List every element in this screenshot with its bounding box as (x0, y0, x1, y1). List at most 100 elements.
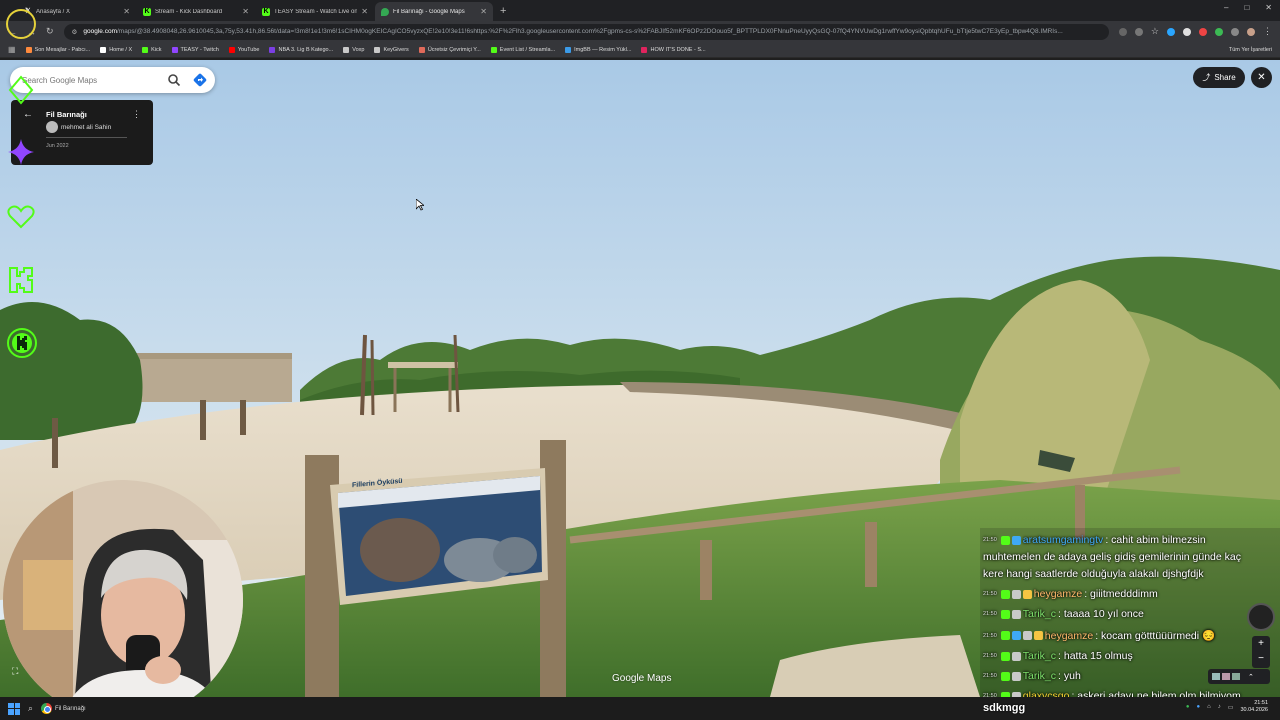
site-info-icon[interactable]: ⚙ (72, 28, 78, 36)
close-tab-icon[interactable]: ✕ (361, 7, 368, 16)
chat-message: 21:50 Tarik_c : yuh (983, 670, 1081, 682)
bookmark-item[interactable]: Voxp (343, 46, 365, 53)
screen: 𝕏 Anasayfa / X ✕ K Stream - Kick Dashboa… (0, 0, 1280, 720)
thumbnail[interactable] (1222, 673, 1230, 680)
extensions-puzzle-icon[interactable] (1231, 27, 1239, 36)
tray-app-icon[interactable]: ● (1197, 704, 1201, 710)
chat-badge-icon (1011, 535, 1021, 545)
share-icon: ⤴ (1202, 73, 1211, 82)
bookmark-label: Voxp (352, 46, 365, 53)
chat-text: : cahit abim bilmezsin (1105, 534, 1206, 546)
webcam-overlay (3, 480, 243, 720)
extension-icon[interactable] (1183, 27, 1191, 36)
profile-avatar[interactable] (1247, 27, 1255, 36)
close-tab-icon[interactable]: ✕ (480, 7, 487, 16)
thumbnail[interactable] (1232, 673, 1240, 680)
tab-google-maps[interactable]: Fil Barınağı - Google Maps ✕ (375, 2, 493, 21)
zoom-out-button[interactable]: − (1252, 651, 1270, 666)
menu-dots-icon[interactable]: ⋮ (1263, 26, 1272, 37)
bookmark-icon (228, 46, 235, 53)
directions-icon[interactable] (193, 73, 207, 87)
windows-start-icon[interactable] (8, 702, 20, 715)
new-tab-button[interactable]: + (494, 2, 512, 21)
chat-timestamp: 21:50 (983, 611, 997, 617)
url-input[interactable]: ⚙ google.com/maps/@38.4908048,26.9610045… (63, 23, 1109, 40)
thumbnail[interactable] (1212, 673, 1220, 680)
bookmark-item[interactable]: Event List / Streamla... (490, 46, 555, 53)
search-input[interactable]: Search Google Maps (22, 76, 167, 85)
bookmark-icon (343, 46, 350, 53)
tab-kick-stream[interactable]: K TEASY Stream - Watch Live on Kick ✕ (256, 2, 374, 21)
more-options-icon[interactable]: ⋮ (132, 109, 141, 120)
pegman-control[interactable] (1247, 603, 1275, 631)
search-box[interactable]: Search Google Maps (10, 67, 215, 93)
chat-username[interactable]: heygamze (1034, 588, 1082, 600)
chat-username[interactable]: heygamze (1045, 630, 1093, 642)
expand-icon[interactable]: ⛶ (12, 666, 18, 677)
bookmark-item[interactable]: HOW IT'S DONE - S... (641, 46, 706, 53)
bookmark-item[interactable]: Son Mesajlar - Pabcı... (25, 46, 90, 53)
reload-icon[interactable]: ↻ (46, 26, 54, 37)
taskbar-chrome-app[interactable]: Fil Barınağı (41, 703, 86, 714)
bookmark-label: YouTube (237, 46, 260, 53)
network-icon[interactable]: ⌂ (1207, 704, 1211, 710)
chat-timestamp: 21:50 (983, 673, 997, 679)
volume-icon[interactable]: ♪ (1218, 704, 1221, 710)
extension-icon[interactable] (1167, 27, 1175, 36)
expand-up-icon[interactable]: ⌃ (1248, 673, 1254, 681)
search-icon[interactable] (167, 73, 181, 87)
zoom-icon[interactable] (1134, 27, 1143, 36)
bookmark-item[interactable]: KeyGivers (374, 46, 409, 53)
minimap-thumbnails[interactable]: ⌃ (1208, 669, 1270, 684)
tab-x[interactable]: 𝕏 Anasayfa / X ✕ (18, 2, 136, 21)
address-bar-row: ← → ↻ ⚙ google.com/maps/@38.4908048,26.9… (0, 21, 1280, 42)
taskbar-app-label: Fil Barınağı (55, 705, 86, 712)
extension-icon[interactable] (1215, 27, 1223, 36)
apps-grid-icon[interactable]: ▦ (8, 45, 16, 54)
chat-username[interactable]: Tarik_c (1023, 670, 1056, 682)
place-name[interactable]: Fil Barınağı (46, 110, 87, 119)
cast-icon[interactable] (1118, 27, 1127, 36)
chat-username[interactable]: Tarik_c (1023, 650, 1056, 662)
chat-username[interactable]: aratsumgamingtv (1023, 534, 1104, 546)
all-bookmarks[interactable]: Tüm Yer İşaretleri (1229, 47, 1272, 53)
window-controls: – □ ✕ (1224, 3, 1272, 12)
close-tab-icon[interactable]: ✕ (242, 7, 249, 16)
mouse-cursor-icon (416, 199, 424, 211)
zoom-in-button[interactable]: + (1252, 636, 1270, 651)
back-arrow-icon[interactable]: ← (23, 109, 33, 120)
extension-icon[interactable] (1199, 27, 1207, 36)
tray-app-icon[interactable]: ● (1186, 704, 1190, 710)
bookmark-item[interactable]: NBA 3. Lig B Katego... (269, 46, 333, 53)
streamer-name: sdkmgg (983, 702, 1026, 714)
chat-timestamp: 21:50 (983, 591, 997, 597)
maximize-button[interactable]: □ (1244, 3, 1249, 12)
chat-badge-icon (1011, 589, 1021, 599)
search-icon[interactable]: ⌕ (28, 703, 33, 714)
bookmark-item[interactable]: TEASY - Twitch (171, 46, 219, 53)
bookmark-item[interactable]: Ücretsiz Çevrimiçi Y... (418, 46, 481, 53)
bookmark-item[interactable]: Kick (142, 46, 162, 53)
bookmark-icon (25, 46, 32, 53)
google-maps-watermark: Google Maps (612, 673, 672, 684)
close-window-button[interactable]: ✕ (1265, 3, 1272, 12)
kick-circle-icon (6, 327, 38, 364)
zoom-control[interactable]: + − (1252, 636, 1270, 668)
url-host: google.com (83, 28, 117, 35)
close-street-view-button[interactable]: ✕ (1251, 67, 1272, 88)
minimize-button[interactable]: – (1224, 3, 1228, 12)
bookmark-item[interactable]: YouTube (228, 46, 260, 53)
close-tab-icon[interactable]: ✕ (123, 7, 130, 16)
battery-icon[interactable]: ▭ (1228, 704, 1234, 711)
clock[interactable]: 21:51 30.04.2026 (1240, 700, 1268, 714)
bookmark-label: HOW IT'S DONE - S... (650, 46, 706, 53)
bookmark-item[interactable]: Home / X (100, 46, 132, 53)
tab-kick-dashboard[interactable]: K Stream - Kick Dashboard ✕ (137, 2, 255, 21)
chat-username[interactable]: Tarik_c (1023, 608, 1056, 620)
photo-author[interactable]: mehmet ali Sahin (46, 121, 111, 133)
bookmark-item[interactable]: ImgBB — Resim Yükl... (565, 46, 631, 53)
bookmark-star-icon[interactable]: ☆ (1151, 26, 1159, 37)
share-button[interactable]: ⤴ Share (1193, 67, 1245, 88)
chat-badge-icon (1000, 589, 1010, 599)
browser-tabbar: 𝕏 Anasayfa / X ✕ K Stream - Kick Dashboa… (0, 0, 1280, 21)
